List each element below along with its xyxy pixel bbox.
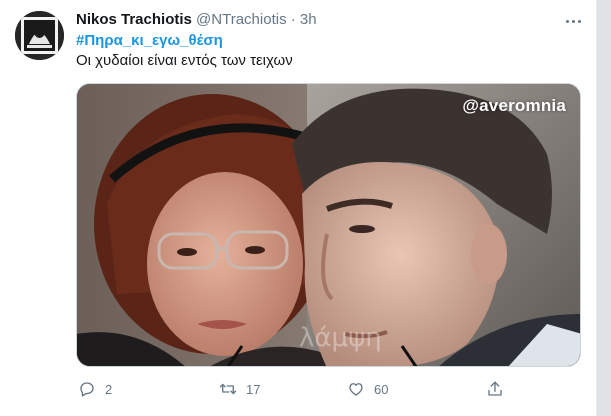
like-icon xyxy=(349,383,363,396)
image-watermark: @averomnia xyxy=(462,96,566,115)
like-button[interactable]: 60 xyxy=(347,378,388,400)
share-icon xyxy=(488,381,502,396)
reply-button[interactable]: 2 xyxy=(78,378,112,400)
tweet-timestamp[interactable]: 3h xyxy=(300,11,317,28)
like-count: 60 xyxy=(374,381,389,397)
action-bar: 2 17 60 xyxy=(76,378,581,400)
share-button[interactable] xyxy=(486,378,504,400)
separator-dot: · xyxy=(290,11,296,28)
avatar[interactable] xyxy=(15,11,64,60)
faint-watermark-text: λάμψη xyxy=(299,323,382,353)
tweet-header: Nikos Trachiotis @NTrachiotis · 3h xyxy=(76,10,317,30)
reply-count: 2 xyxy=(105,381,113,397)
tweet-text: Οι χυδαίοι είναι εντός των τειχων xyxy=(76,52,293,69)
retweet-icon xyxy=(219,383,237,395)
hashtag-link[interactable]: #Πηρα_κι_εγω_θέση xyxy=(76,31,223,51)
display-name[interactable]: Nikos Trachiotis xyxy=(76,11,192,28)
retweet-count: 17 xyxy=(246,381,261,397)
tweet-card[interactable]: Nikos Trachiotis @NTrachiotis · 3h #Πηρα… xyxy=(0,0,597,416)
reply-icon xyxy=(80,382,94,397)
more-icon[interactable] xyxy=(560,12,586,30)
retweet-button[interactable]: 17 xyxy=(219,378,260,400)
user-handle[interactable]: @NTrachiotis xyxy=(196,11,287,28)
tweet-image[interactable]: λάμψη @averomnia xyxy=(76,83,581,367)
